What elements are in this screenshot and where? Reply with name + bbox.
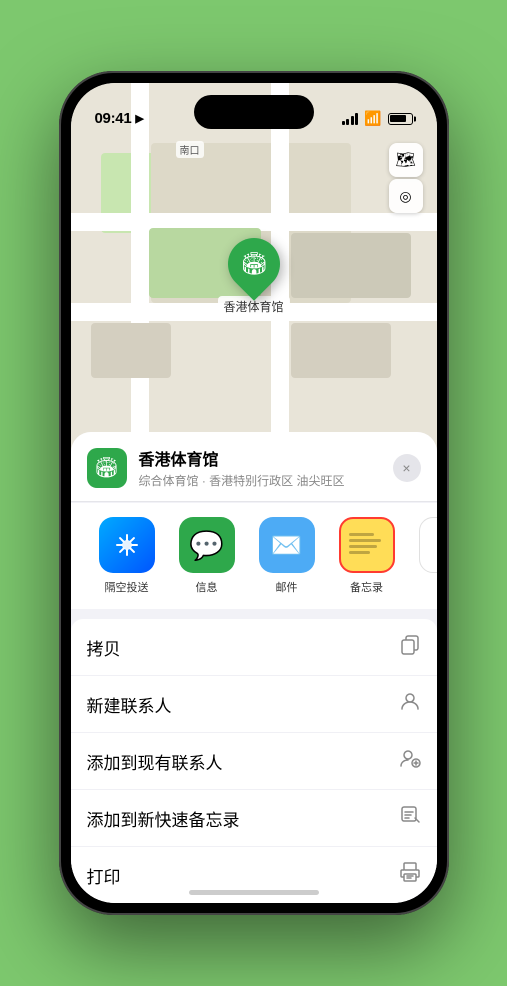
venue-header: 🏟 香港体育馆 综合体育馆 · 香港特别行政区 油尖旺区 × — [71, 432, 437, 502]
map-controls: 🗺 ◎ — [389, 143, 423, 213]
share-airdrop[interactable]: 隔空投送 — [87, 517, 167, 595]
share-row: 隔空投送 💬 信息 ✉️ 邮件 — [71, 503, 437, 609]
wifi-icon: 📶 — [364, 110, 381, 127]
copy-icon — [399, 633, 421, 661]
action-copy[interactable]: 拷贝 — [71, 619, 437, 676]
location-button[interactable]: ◎ — [389, 179, 423, 213]
action-list: 拷贝 新建联系人 — [71, 619, 437, 903]
map-block — [91, 323, 171, 378]
venue-icon: 🏟 — [87, 448, 127, 488]
map-block — [291, 323, 391, 378]
action-print-label: 打印 — [87, 863, 121, 888]
more-icon-wrap — [419, 517, 437, 573]
action-copy-label: 拷贝 — [87, 635, 121, 660]
airdrop-icon-wrap — [99, 517, 155, 573]
airdrop-icon — [113, 531, 141, 559]
battery-icon — [388, 113, 413, 125]
person-add-icon — [399, 747, 421, 775]
action-quick-note-label: 添加到新快速备忘录 — [87, 806, 240, 831]
airdrop-label: 隔空投送 — [105, 579, 149, 595]
venue-info: 香港体育馆 综合体育馆 · 香港特别行政区 油尖旺区 — [139, 446, 381, 489]
venue-subtitle: 综合体育馆 · 香港特别行政区 油尖旺区 — [139, 472, 381, 489]
message-icon-wrap: 💬 — [179, 517, 235, 573]
person-icon — [399, 690, 421, 718]
message-label: 信息 — [196, 579, 218, 595]
notes-icon-wrap — [339, 517, 395, 573]
print-icon — [399, 861, 421, 889]
phone-screen: 09:41 ▶ 📶 — [71, 83, 437, 903]
location-pin: 🏟 香港体育馆 — [217, 238, 289, 317]
bottom-sheet: 🏟 香港体育馆 综合体育馆 · 香港特别行政区 油尖旺区 × — [71, 432, 437, 903]
notes-label: 备忘录 — [350, 579, 383, 595]
note-icon — [399, 804, 421, 832]
action-add-contact-label: 添加到现有联系人 — [87, 749, 223, 774]
share-mail[interactable]: ✉️ 邮件 — [247, 517, 327, 595]
share-more[interactable]: 推 — [407, 517, 437, 595]
pin-circle: 🏟 — [217, 227, 291, 301]
status-time: 09:41 — [95, 110, 132, 127]
location-arrow-icon: ▶ — [135, 112, 143, 125]
dynamic-island — [194, 95, 314, 129]
map-block — [291, 233, 411, 298]
phone-frame: 09:41 ▶ 📶 — [59, 71, 449, 915]
signal-icon — [342, 113, 359, 125]
share-message[interactable]: 💬 信息 — [167, 517, 247, 595]
action-new-contact[interactable]: 新建联系人 — [71, 676, 437, 733]
action-add-contact[interactable]: 添加到现有联系人 — [71, 733, 437, 790]
share-notes[interactable]: 备忘录 — [327, 517, 407, 595]
mail-icon-wrap: ✉️ — [259, 517, 315, 573]
mail-label: 邮件 — [276, 579, 298, 595]
stadium-icon: 🏟 — [240, 251, 268, 277]
status-icons: 📶 — [342, 110, 413, 127]
mail-icon: ✉️ — [270, 530, 302, 561]
home-indicator — [189, 890, 319, 895]
venue-name: 香港体育馆 — [139, 446, 381, 470]
map-type-button[interactable]: 🗺 — [389, 143, 423, 177]
map-label-south: 南口 — [176, 141, 204, 158]
action-quick-note[interactable]: 添加到新快速备忘录 — [71, 790, 437, 847]
notes-icon — [341, 523, 393, 562]
message-icon: 💬 — [189, 529, 224, 562]
action-new-contact-label: 新建联系人 — [87, 692, 172, 717]
close-button[interactable]: × — [393, 454, 421, 482]
